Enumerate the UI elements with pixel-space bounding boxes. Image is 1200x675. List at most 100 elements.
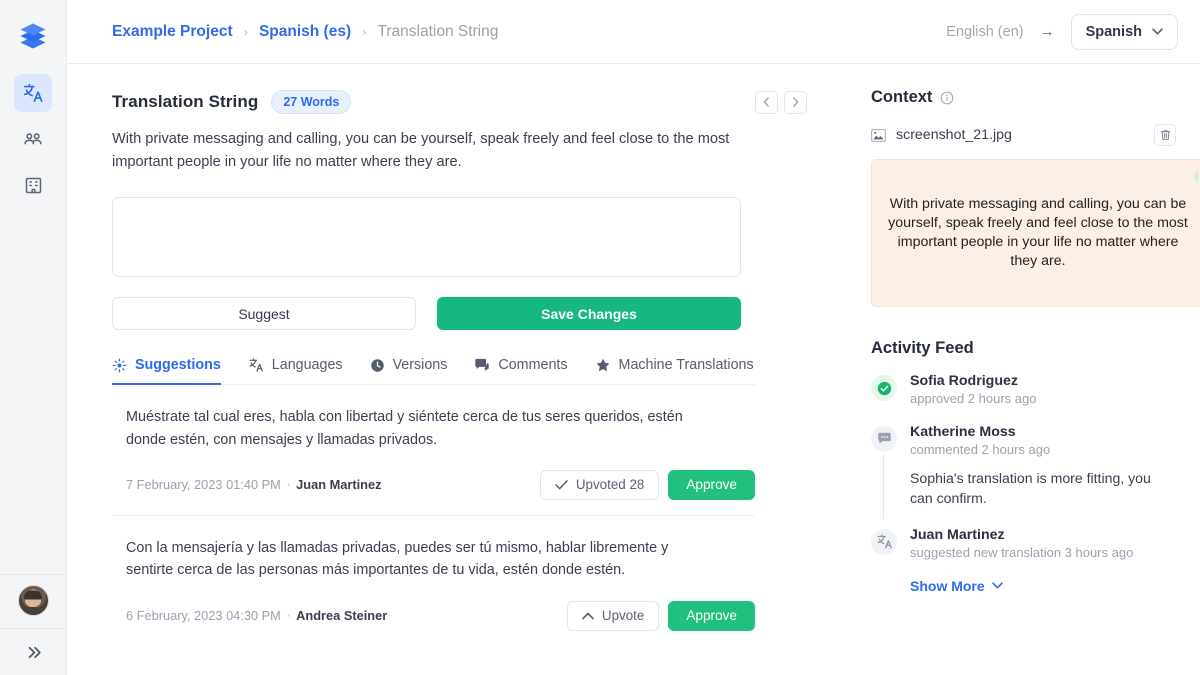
activity-body: Katherine Moss commented 2 hours ago Sop… <box>910 424 1176 509</box>
activity-action: commented 2 hours ago <box>910 442 1051 457</box>
activity-feed: Sofia Rodriguez approved 2 hours ago Kat… <box>871 373 1176 596</box>
suggest-button[interactable]: Suggest <box>112 297 416 331</box>
tab-label: Versions <box>392 357 448 374</box>
clock-icon <box>370 358 385 373</box>
building-icon <box>23 175 44 196</box>
rail-bottom-group <box>0 574 66 675</box>
upvote-label: Upvote <box>601 608 645 624</box>
app-root: Example Project › Spanish (es) › Transla… <box>0 0 1200 675</box>
delete-context-button[interactable] <box>1154 124 1176 146</box>
suggestion-actions: Upvoted 28 Approve <box>539 469 755 500</box>
suggestion-author: Juan Martinez <box>296 477 382 493</box>
chevron-down-icon <box>991 582 1003 589</box>
activity-feed-title: Activity Feed <box>871 339 974 357</box>
chevron-down-icon <box>1152 28 1163 35</box>
check-icon <box>555 480 568 490</box>
tab-label: Languages <box>271 357 343 374</box>
save-changes-button[interactable]: Save Changes <box>437 297 741 331</box>
avatar[interactable] <box>17 585 49 616</box>
top-bar: Example Project › Spanish (es) › Transla… <box>67 0 1200 64</box>
approve-button[interactable]: Approve <box>668 469 755 500</box>
translate-icon <box>22 82 44 104</box>
people-icon <box>22 128 44 150</box>
meta-dot: · <box>285 606 292 624</box>
sidebar-item-translations[interactable] <box>14 74 52 112</box>
sparkle-icon <box>112 358 127 373</box>
tab-label: Comments <box>498 357 568 374</box>
context-title: Context <box>871 88 1176 107</box>
breadcrumb-item-language[interactable]: Spanish (es) <box>259 23 351 41</box>
suggestion-date: 6 February, 2023 04:30 PM <box>126 608 281 624</box>
upvoted-button[interactable]: Upvoted 28 <box>539 469 660 500</box>
source-language-label: English (en) <box>946 23 1024 40</box>
rail-divider <box>0 574 66 575</box>
next-string-button[interactable] <box>784 90 807 114</box>
tab-suggestions[interactable]: Suggestions <box>112 357 221 386</box>
pager <box>755 90 807 114</box>
main-panel: Translation String 27 Words With private… <box>67 64 847 675</box>
activity-item: Sofia Rodriguez approved 2 hours ago <box>871 373 1176 406</box>
tab-comments[interactable]: Comments <box>474 357 568 385</box>
context-file-name: screenshot_21.jpg <box>896 127 1012 143</box>
translate-icon <box>248 357 264 373</box>
meta-dot: · <box>285 475 292 493</box>
sidebar-item-organization[interactable] <box>14 166 52 204</box>
upvote-label: Upvoted 28 <box>575 477 645 493</box>
info-icon[interactable] <box>940 91 954 105</box>
breadcrumb-item-project[interactable]: Example Project <box>112 23 233 41</box>
activity-connector <box>883 454 884 519</box>
suggestion-date: 7 February, 2023 01:40 PM <box>126 477 281 493</box>
page-title: Translation String <box>112 92 259 111</box>
activity-body: Sofia Rodriguez approved 2 hours ago <box>910 373 1036 406</box>
word-count-badge: 27 Words <box>271 90 352 114</box>
image-icon <box>871 128 886 142</box>
suggestion-meta: 7 February, 2023 01:40 PM · Juan Martine… <box>112 469 755 500</box>
context-image-preview[interactable]: With private messaging and calling, you … <box>871 159 1200 307</box>
source-string-text: With private messaging and calling, you … <box>112 131 730 170</box>
context-panel: Context screenshot_21.jpg With private m… <box>847 64 1200 675</box>
activity-action: suggested new translation 3 hours ago <box>910 544 1134 560</box>
tab-machine-translations[interactable]: Machine Translations <box>595 357 754 385</box>
target-language-value: Spanish <box>1085 23 1142 40</box>
context-title-label: Context <box>871 88 933 106</box>
translate-icon <box>871 528 897 555</box>
action-buttons: Suggest Save Changes <box>112 297 807 331</box>
context-file-row: screenshot_21.jpg <box>871 124 1176 146</box>
prev-string-button[interactable] <box>755 90 778 114</box>
suggestion-actions: Upvote Approve <box>566 600 755 631</box>
tab-bar: Suggestions Languages Versions Comments … <box>112 357 755 386</box>
tab-languages[interactable]: Languages <box>248 357 343 385</box>
translation-input[interactable] <box>112 197 741 278</box>
tab-label: Suggestions <box>135 357 221 374</box>
target-language-select[interactable]: Spanish <box>1070 13 1178 50</box>
suggestion-author: Andrea Steiner <box>296 608 388 624</box>
tab-label: Machine Translations <box>618 357 754 374</box>
activity-user: Katherine Moss <box>910 424 1016 440</box>
breadcrumb: Example Project › Spanish (es) › Transla… <box>112 23 498 41</box>
show-more-button[interactable]: Show More <box>910 578 1003 594</box>
approve-button[interactable]: Approve <box>668 600 755 631</box>
tab-versions[interactable]: Versions <box>370 357 448 385</box>
suggestion-text: Muéstrate tal cual eres, habla con liber… <box>126 409 683 448</box>
layers-logo-icon[interactable] <box>13 16 53 56</box>
chevron-up-icon <box>582 612 594 620</box>
content-area: Example Project › Spanish (es) › Transla… <box>67 0 1200 675</box>
activity-action: approved 2 hours ago <box>910 391 1037 406</box>
comment-icon <box>871 426 897 452</box>
show-more-label: Show More <box>910 577 985 594</box>
sidebar-item-team[interactable] <box>14 120 52 158</box>
arrow-right-icon: → <box>1039 23 1055 40</box>
activity-user: Sofia Rodriguez <box>910 373 1018 389</box>
body-split: Translation String 27 Words With private… <box>67 64 1200 675</box>
activity-body: Juan Martinez suggested new translation … <box>910 527 1133 560</box>
expand-sidebar-button[interactable] <box>0 629 66 675</box>
chevron-double-right-icon <box>24 643 43 662</box>
left-nav-rail <box>0 0 67 675</box>
suggestion-text: Con la mensajería y las llamadas privada… <box>126 539 669 579</box>
activity-item: Juan Martinez suggested new translation … <box>871 527 1176 560</box>
upvote-button[interactable]: Upvote <box>566 600 660 631</box>
preview-artifact <box>1195 172 1198 181</box>
trash-icon <box>1160 129 1171 141</box>
breadcrumb-separator: › <box>243 24 248 39</box>
star-icon <box>595 357 611 373</box>
